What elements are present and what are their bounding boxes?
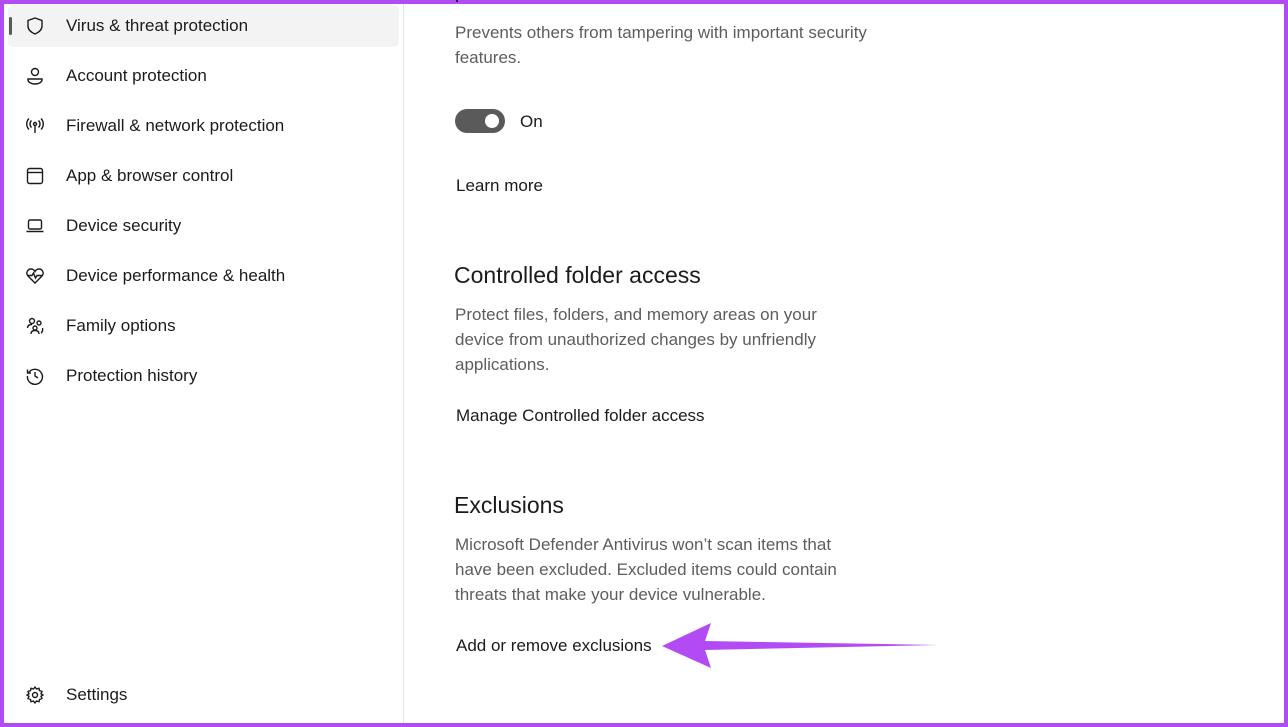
arrow-icon <box>662 623 938 668</box>
annotation-arrow <box>662 623 938 668</box>
